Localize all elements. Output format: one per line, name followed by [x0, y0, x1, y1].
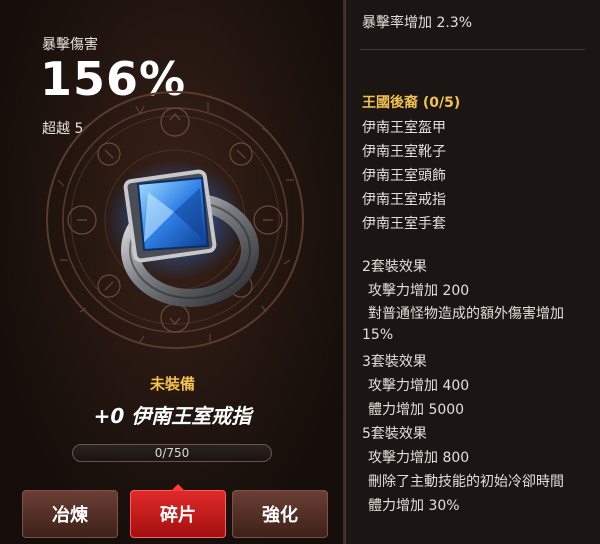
bonus-line: 攻擊力增加 400: [368, 378, 470, 394]
bonus-line: 攻擊力增加 200: [368, 283, 470, 299]
bonus-line: 15%: [362, 327, 394, 343]
stat-label: 暴擊傷害: [42, 37, 98, 53]
set-item: 伊南王室戒指: [362, 192, 446, 208]
equip-status: 未裝備: [149, 375, 195, 393]
bonus-line: 體力增加 30%: [368, 498, 460, 514]
set-title: 王國後裔 (0/5): [362, 95, 461, 111]
divider: [360, 49, 585, 50]
bonus3-title: 3套裝效果: [362, 354, 427, 370]
bonus-line: 對普通怪物造成的額外傷害增加: [368, 306, 564, 322]
set-item: 伊南王室頭飾: [362, 168, 446, 184]
shard-button-label: 碎片: [160, 505, 196, 526]
item-name: +0 伊南王室戒指: [93, 404, 252, 428]
bonus2-title: 2套裝效果: [362, 259, 427, 275]
magic-circle: [46, 91, 304, 349]
set-item: 伊南王室盔甲: [362, 120, 446, 136]
refine-button[interactable]: 冶煉: [22, 490, 118, 538]
item-detail-panel: 暴擊傷害 156% 超越 5 未裝備 +0 伊南王室戒指 0/750 冶煉 碎片…: [0, 0, 345, 544]
selected-indicator: [171, 484, 185, 491]
bonus-line: 體力增加 5000: [368, 402, 465, 418]
set-item: 伊南王室靴子: [362, 144, 446, 160]
bonus-line: 刪除了主動技能的初始冷卻時間: [368, 474, 564, 490]
shard-progress-bar: 0/750: [72, 444, 272, 462]
set-item: 伊南王室手套: [362, 216, 446, 232]
enhance-button[interactable]: 強化: [232, 490, 328, 538]
extra-stat: 暴擊率增加 2.3%: [362, 15, 473, 31]
progress-text: 0/750: [154, 446, 190, 460]
bonus5-title: 5套裝效果: [362, 426, 427, 442]
shard-button[interactable]: 碎片: [130, 484, 226, 538]
bonus-line: 攻擊力增加 800: [368, 450, 470, 466]
